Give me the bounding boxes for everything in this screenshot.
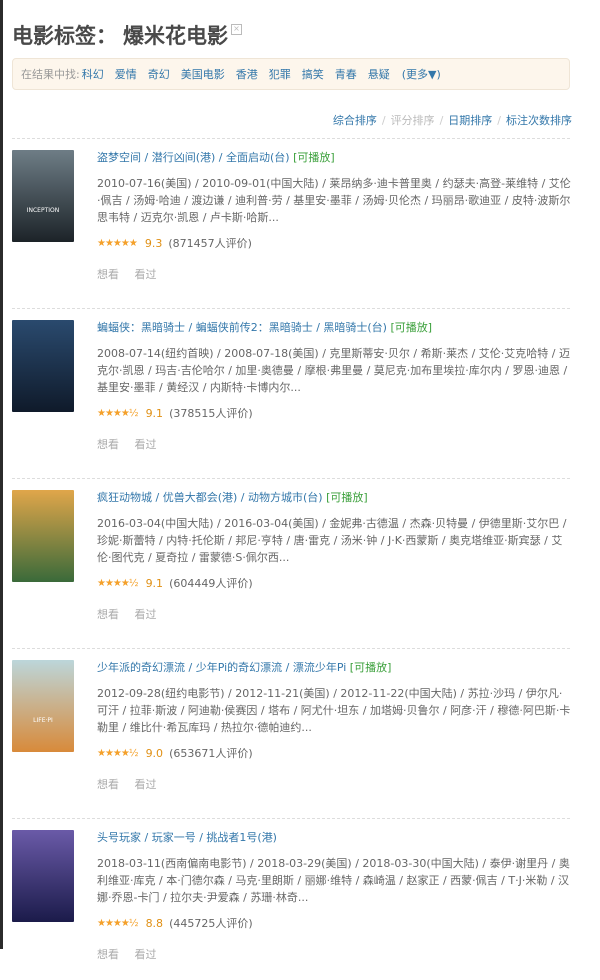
watched-button[interactable]: 看过 xyxy=(135,608,157,621)
playable-badge[interactable]: [可播放] xyxy=(326,491,368,504)
svg-text:INCEPTION: INCEPTION xyxy=(27,207,60,214)
filter-label: 在结果中找: xyxy=(21,68,80,81)
movie-poster[interactable] xyxy=(12,320,74,412)
rating-stars-icon: ★★★★½ xyxy=(97,917,139,929)
divider xyxy=(12,478,570,480)
movie-title-line: 盗梦空间 / 潜行凶间(港) / 全面启动(台) [可播放] xyxy=(97,150,572,166)
movie-title-link[interactable]: 疯狂动物城 / 优兽大都会(港) / 动物方城市(台) xyxy=(97,491,323,504)
filter-item[interactable]: 奇幻 xyxy=(148,66,170,82)
filter-item[interactable]: 犯罪 xyxy=(269,66,291,82)
playable-badge[interactable]: [可播放] xyxy=(350,661,392,674)
sort-date[interactable]: 日期排序 xyxy=(448,114,492,127)
rating-stars-icon: ★★★★½ xyxy=(97,747,139,759)
movie-item: INCEPTION 盗梦空间 / 潜行凶间(港) / 全面启动(台) [可播放]… xyxy=(12,150,572,300)
movie-details: 2016-03-04(中国大陆) / 2016-03-04(美国) / 金妮弗·… xyxy=(97,517,567,564)
filter-item[interactable]: 悬疑 xyxy=(368,66,390,82)
movie-poster[interactable] xyxy=(12,490,74,582)
watched-button[interactable]: 看过 xyxy=(135,438,157,451)
movie-rating: ★★★★½ 8.8 (445725人评价) xyxy=(97,915,572,931)
movie-item: 头号玩家 / 玩家一号 / 挑战者1号(港) 2018-03-11(西南偏南电影… xyxy=(12,830,572,980)
close-icon[interactable]: × xyxy=(231,23,242,35)
movie-title-link[interactable]: 盗梦空间 / 潜行凶间(港) / 全面启动(台) xyxy=(97,151,290,164)
want-to-watch-button[interactable]: 想看 xyxy=(97,608,119,621)
rating-score: 8.8 xyxy=(145,916,164,930)
movie-actions: 想看 看过 xyxy=(97,946,572,962)
movie-actions: 想看 看过 xyxy=(97,436,572,452)
movie-details: 2008-07-14(纽约首映) / 2008-07-18(美国) / 克里斯蒂… xyxy=(97,347,571,394)
page-title: 电影标签： 爆米花电影 × xyxy=(12,20,242,50)
svg-text:LIFE·PI: LIFE·PI xyxy=(33,717,53,724)
divider xyxy=(12,818,570,820)
sort-rating[interactable]: 评分排序 xyxy=(391,114,435,127)
movie-poster[interactable] xyxy=(12,830,74,922)
rating-score: 9.3 xyxy=(144,236,163,250)
watched-button[interactable]: 看过 xyxy=(135,268,157,281)
divider xyxy=(12,308,570,310)
movie-rating: ★★★★½ 9.1 (378515人评价) xyxy=(97,405,572,421)
playable-badge[interactable]: [可播放] xyxy=(390,321,432,334)
movie-details: 2012-09-28(纽约电影节) / 2012-11-21(美国) / 201… xyxy=(97,687,571,734)
want-to-watch-button[interactable]: 想看 xyxy=(97,438,119,451)
filter-item[interactable]: 青春 xyxy=(335,66,357,82)
movie-poster[interactable]: LIFE·PI xyxy=(12,660,74,752)
movie-title-link[interactable]: 蝙蝠侠：黑暗骑士 / 蝙蝠侠前传2：黑暗骑士 / 黑暗骑士(台) xyxy=(97,321,387,334)
movie-title-line: 蝙蝠侠：黑暗骑士 / 蝙蝠侠前传2：黑暗骑士 / 黑暗骑士(台) [可播放] xyxy=(97,320,572,336)
rating-votes: (378515人评价) xyxy=(169,407,253,420)
rating-votes: (604449人评价) xyxy=(169,577,253,590)
rating-votes: (445725人评价) xyxy=(169,917,253,930)
filter-more-button[interactable]: (更多▼) xyxy=(402,66,441,82)
movie-title-line: 头号玩家 / 玩家一号 / 挑战者1号(港) xyxy=(97,830,572,846)
filter-item[interactable]: 美国电影 xyxy=(181,66,225,82)
movie-actions: 想看 看过 xyxy=(97,266,572,282)
watched-button[interactable]: 看过 xyxy=(135,948,157,961)
page-title-label: 电影标签： xyxy=(12,24,117,48)
movie-title-link[interactable]: 少年派的奇幻漂流 / 少年Pi的奇幻漂流 / 漂流少年Pi xyxy=(97,661,346,674)
movie-details: 2010-07-16(美国) / 2010-09-01(中国大陆) / 莱昂纳多… xyxy=(97,177,571,224)
page-title-tag: 爆米花电影 xyxy=(123,24,228,48)
divider xyxy=(12,648,570,650)
rating-votes: (653671人评价) xyxy=(169,747,253,760)
sort-comprehensive[interactable]: 综合排序 xyxy=(333,114,377,127)
movie-title-link[interactable]: 头号玩家 / 玩家一号 / 挑战者1号(港) xyxy=(97,831,277,844)
rating-score: 9.1 xyxy=(145,576,164,590)
movie-item: LIFE·PI 少年派的奇幻漂流 / 少年Pi的奇幻漂流 / 漂流少年Pi [可… xyxy=(12,660,572,810)
rating-votes: (871457人评价) xyxy=(168,237,252,250)
movie-title-line: 少年派的奇幻漂流 / 少年Pi的奇幻漂流 / 漂流少年Pi [可播放] xyxy=(97,660,572,676)
filter-item[interactable]: 爱情 xyxy=(115,66,137,82)
rating-score: 9.1 xyxy=(145,406,164,420)
left-edge-rule xyxy=(0,0,3,949)
filter-item[interactable]: 搞笑 xyxy=(302,66,324,82)
want-to-watch-button[interactable]: 想看 xyxy=(97,948,119,961)
playable-badge[interactable]: [可播放] xyxy=(293,151,335,164)
rating-score: 9.0 xyxy=(145,746,164,760)
movie-rating: ★★★★½ 9.1 (604449人评价) xyxy=(97,575,572,591)
movie-poster[interactable]: INCEPTION xyxy=(12,150,74,242)
filter-bar: 在结果中找: 科幻 爱情 奇幻 美国电影 香港 犯罪 搞笑 青春 悬疑 (更多▼… xyxy=(12,58,570,90)
movie-rating: ★★★★½ 9.0 (653671人评价) xyxy=(97,745,572,761)
movie-item: 疯狂动物城 / 优兽大都会(港) / 动物方城市(台) [可播放] 2016-0… xyxy=(12,490,572,640)
rating-stars-icon: ★★★★½ xyxy=(97,407,139,419)
movie-title-line: 疯狂动物城 / 优兽大都会(港) / 动物方城市(台) [可播放] xyxy=(97,490,572,506)
sort-bar: 综合排序 / 评分排序 / 日期排序 / 标注次数排序 xyxy=(332,114,572,127)
filter-item[interactable]: 科幻 xyxy=(82,66,104,82)
rating-stars-icon: ★★★★½ xyxy=(97,577,139,589)
rating-stars-icon: ★★★★★ xyxy=(97,237,138,249)
movie-actions: 想看 看过 xyxy=(97,776,572,792)
movie-details: 2018-03-11(西南偏南电影节) / 2018-03-29(美国) / 2… xyxy=(97,857,570,904)
movie-item: 蝙蝠侠：黑暗骑士 / 蝙蝠侠前传2：黑暗骑士 / 黑暗骑士(台) [可播放] 2… xyxy=(12,320,572,470)
divider xyxy=(12,138,570,140)
sort-mark-count[interactable]: 标注次数排序 xyxy=(506,114,572,127)
want-to-watch-button[interactable]: 想看 xyxy=(97,268,119,281)
movie-actions: 想看 看过 xyxy=(97,606,572,622)
movie-rating: ★★★★★ 9.3 (871457人评价) xyxy=(97,235,572,251)
watched-button[interactable]: 看过 xyxy=(135,778,157,791)
filter-item[interactable]: 香港 xyxy=(236,66,258,82)
want-to-watch-button[interactable]: 想看 xyxy=(97,778,119,791)
